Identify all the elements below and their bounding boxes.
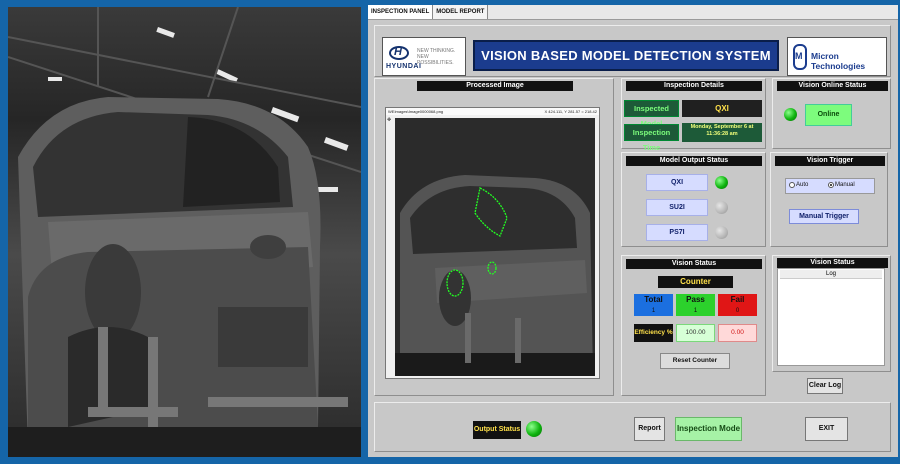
online-status-indicator: Online bbox=[805, 104, 852, 126]
company-name: Micron Technologies bbox=[811, 51, 866, 71]
image-file-path: WEImages\Image0000068.png bbox=[388, 109, 444, 114]
auto-label: Auto bbox=[796, 182, 809, 188]
online-status-led bbox=[784, 108, 797, 121]
inspection-time-value: Monday, September 6 at 11:36:28 am bbox=[682, 123, 762, 142]
model-su2i-button[interactable]: SU2I bbox=[646, 199, 708, 216]
log-header: Log bbox=[780, 270, 882, 279]
vision-online-panel: Vision Online Status Online bbox=[772, 78, 891, 149]
pass-count: 1 bbox=[676, 306, 715, 316]
pass-efficiency: 100.00 bbox=[676, 324, 715, 342]
pan-tool-icon[interactable]: ✥ bbox=[387, 117, 393, 123]
vision-status-log-title: Vision Status bbox=[777, 258, 888, 268]
trigger-auto-radio[interactable]: Auto bbox=[789, 182, 808, 188]
image-coordinates: X 424.111, Y 281.57 = 218.42 bbox=[544, 109, 597, 114]
reset-counter-button[interactable]: Reset Counter bbox=[660, 353, 730, 369]
vision-online-title: Vision Online Status bbox=[777, 81, 888, 91]
bottom-panel: Output Status Report Inspection Mode EXI… bbox=[374, 402, 891, 452]
hyundai-emblem-icon bbox=[389, 46, 409, 60]
output-status-label: Output Status bbox=[473, 421, 521, 439]
counter-title: Counter bbox=[658, 276, 733, 288]
tab-model-report[interactable]: MODEL REPORT bbox=[433, 5, 489, 19]
inspected-model-value: QXI bbox=[682, 100, 762, 117]
report-button[interactable]: Report bbox=[634, 417, 665, 441]
inspection-details-title: Inspection Details bbox=[626, 81, 762, 91]
camera-feed-image bbox=[8, 7, 361, 457]
model-output-panel: Model Output Status QXI SU2I PS7I bbox=[621, 152, 766, 247]
radio-selected-icon bbox=[828, 182, 834, 188]
model-output-title: Model Output Status bbox=[626, 156, 762, 166]
tab-inspection-panel[interactable]: INSPECTION PANEL bbox=[368, 5, 434, 19]
inspection-details-panel: Inspection Details Inspected Model QXI I… bbox=[621, 78, 766, 152]
log-panel: Vision Status Log bbox=[772, 255, 891, 372]
fail-efficiency: 0.00 bbox=[718, 324, 757, 342]
micron-emblem-icon bbox=[793, 44, 807, 70]
image-viewer-header: WEImages\Image0000068.png X 424.111, Y 2… bbox=[386, 108, 599, 115]
model-ps7i-button[interactable]: PS7I bbox=[646, 224, 708, 241]
vision-trigger-panel: Vision Trigger Auto Manual Manual Trigge… bbox=[770, 152, 888, 247]
total-count: 1 bbox=[634, 306, 673, 316]
inspection-time-label: Inspection Time bbox=[624, 124, 679, 152]
radio-circle-icon bbox=[789, 182, 795, 188]
exit-button[interactable]: EXIT bbox=[805, 417, 848, 441]
vision-trigger-title: Vision Trigger bbox=[775, 156, 885, 166]
total-label: Total bbox=[634, 294, 673, 306]
model-qxi-button[interactable]: QXI bbox=[646, 174, 708, 191]
processed-image-panel: Processed Image WEImages\Image0000068.pn… bbox=[374, 78, 614, 396]
output-status-led bbox=[526, 421, 542, 437]
model-su2i-led bbox=[715, 201, 728, 214]
trigger-mode-group: Auto Manual bbox=[785, 178, 875, 194]
fail-label: Fail bbox=[718, 294, 757, 306]
inspection-panel: HYUNDAI NEW THINKING. NEW POSSIBILITIES.… bbox=[371, 22, 894, 454]
counter-panel: Vision Status Counter Total Pass Fail 1 … bbox=[621, 255, 766, 396]
application-window: INSPECTION PANEL MODEL REPORT HYUNDAI NE… bbox=[368, 5, 898, 457]
manual-trigger-button[interactable]: Manual Trigger bbox=[789, 209, 859, 224]
model-ps7i-led bbox=[715, 226, 728, 239]
processed-image bbox=[395, 118, 595, 376]
micron-logo: Micron Technologies bbox=[787, 37, 887, 76]
hyundai-logo: HYUNDAI NEW THINKING. NEW POSSIBILITIES. bbox=[382, 37, 466, 76]
vision-status-counter-title: Vision Status bbox=[626, 259, 762, 269]
header-panel: HYUNDAI NEW THINKING. NEW POSSIBILITIES.… bbox=[374, 25, 891, 77]
model-qxi-led bbox=[715, 176, 728, 189]
tab-bar: INSPECTION PANEL MODEL REPORT bbox=[368, 5, 898, 20]
processed-image-title: Processed Image bbox=[417, 81, 573, 91]
log-list[interactable]: Log bbox=[777, 268, 885, 366]
fail-count: 0 bbox=[718, 306, 757, 316]
hyundai-tagline: NEW THINKING. NEW POSSIBILITIES. bbox=[417, 48, 456, 66]
manual-label: Manual bbox=[835, 182, 855, 188]
image-viewer: WEImages\Image0000068.png X 424.111, Y 2… bbox=[385, 107, 600, 379]
inspection-mode-button[interactable]: Inspection Mode bbox=[675, 417, 742, 441]
inspected-model-label: Inspected Model bbox=[624, 100, 679, 128]
clear-log-button[interactable]: Clear Log bbox=[807, 378, 843, 394]
efficiency-label: Efficiency % bbox=[634, 324, 673, 342]
page-title: VISION BASED MODEL DETECTION SYSTEM bbox=[473, 40, 779, 71]
trigger-manual-radio[interactable]: Manual bbox=[828, 182, 855, 188]
pass-label: Pass bbox=[676, 294, 715, 306]
